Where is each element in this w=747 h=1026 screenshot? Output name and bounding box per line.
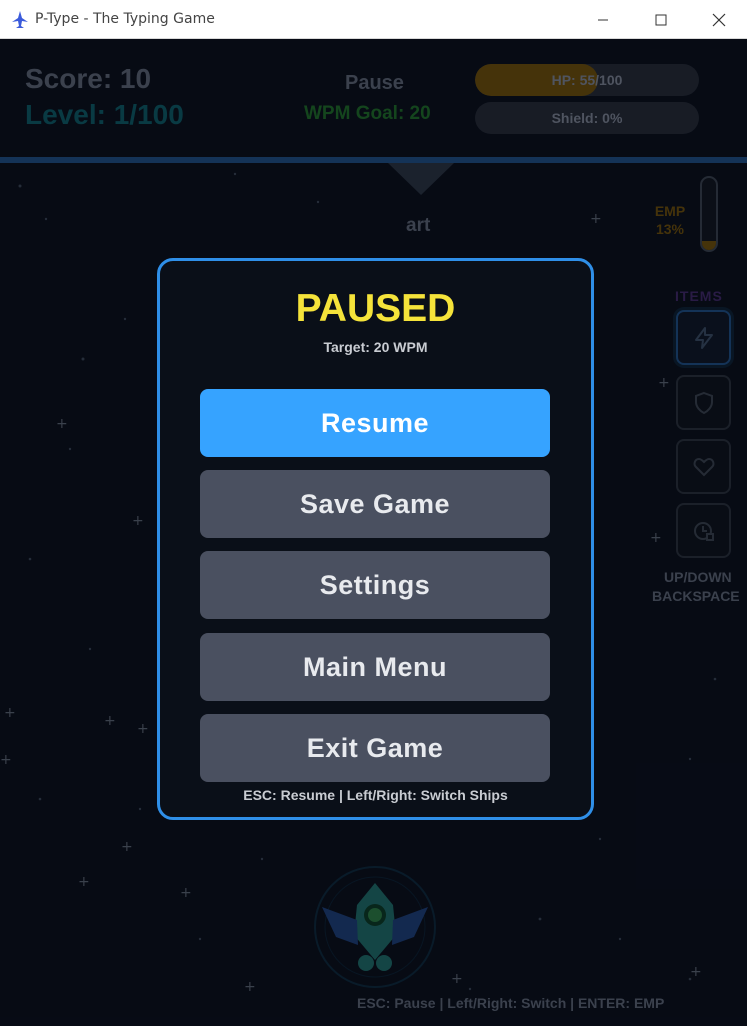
main-menu-button[interactable]: Main Menu [200,633,550,701]
minimize-button[interactable] [580,0,626,39]
rocket-icon [10,10,30,30]
window-title: P-Type - The Typing Game [35,11,215,27]
close-button[interactable] [696,0,742,39]
game-area[interactable]: + + + + + + + + + + + + + + + Score: 10 Level: 1/1… [0,39,747,1026]
pause-title: PAUSED [295,287,456,330]
settings-button[interactable]: Settings [200,551,550,619]
pause-menu: PAUSED Target: 20 WPM Resume Save Game S… [157,258,594,820]
window-titlebar: P-Type - The Typing Game [0,0,747,39]
exit-game-button[interactable]: Exit Game [200,714,550,782]
resume-button[interactable]: Resume [200,389,550,457]
save-game-button[interactable]: Save Game [200,470,550,538]
maximize-button[interactable] [638,0,684,39]
pause-hint: ESC: Resume | Left/Right: Switch Ships [243,787,508,803]
pause-target: Target: 20 WPM [323,339,428,355]
